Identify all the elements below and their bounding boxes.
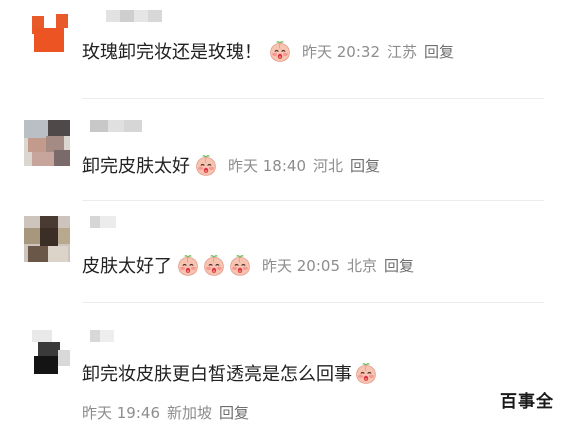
comment-time: 昨天 20:05 (262, 256, 340, 275)
comment-content: 卸完皮肤太好 昨天 18:40 河北 回复 (82, 152, 380, 178)
avatar[interactable] (28, 10, 74, 56)
reply-button[interactable]: 回复 (384, 255, 414, 276)
blushing-peach-face-icon (176, 253, 200, 277)
comment-location: 江苏 (387, 42, 418, 61)
blushing-peach-face-icon (194, 153, 218, 177)
comment-location: 北京 (347, 256, 378, 275)
comment-item: 卸完妆皮肤更白皙透亮是怎么回事 昨天 19:46 新加坡 回复 (0, 310, 566, 424)
comment-content: 皮肤太好了 昨天 20:05 北京 回复 (82, 252, 414, 278)
comment-text: 卸完皮肤太好 (82, 156, 190, 177)
username-blurred[interactable] (90, 120, 142, 132)
comment-content: 卸完妆皮肤更白皙透亮是怎么回事 (82, 360, 378, 386)
comment-item: 玫瑰卸完妆还是玫瑰！ 昨天 20:32 江苏 回复 (0, 0, 566, 100)
comment-time: 昨天 20:32 (302, 42, 380, 61)
reply-button[interactable]: 回复 (350, 155, 380, 176)
comment-item: 皮肤太好了 昨天 20:05 北京 回复 (0, 208, 566, 300)
divider (82, 98, 544, 99)
comment-text: 卸完妆皮肤更白皙透亮是怎么回事 (82, 364, 352, 385)
avatar[interactable] (24, 216, 70, 262)
avatar[interactable] (24, 330, 70, 376)
username-blurred[interactable] (90, 330, 114, 342)
blushing-peach-face-icon (354, 361, 378, 385)
comment-text: 皮肤太好了 (82, 256, 172, 277)
divider (82, 302, 544, 303)
blushing-peach-face-icon (228, 253, 252, 277)
comment-location: 新加坡 (167, 404, 213, 422)
watermark-logo: 百事全 (500, 392, 554, 412)
comment-time: 昨天 18:40 (228, 156, 306, 175)
divider (82, 200, 544, 201)
comment-content: 玫瑰卸完妆还是玫瑰！ 昨天 20:32 江苏 回复 (82, 38, 454, 64)
reply-button[interactable]: 回复 (219, 402, 249, 423)
comment-item: 卸完皮肤太好 昨天 18:40 河北 回复 (0, 108, 566, 200)
avatar[interactable] (24, 120, 70, 166)
blushing-peach-face-icon (268, 39, 292, 63)
comment-time: 昨天 19:46 (82, 404, 160, 422)
comment-meta-row: 昨天 19:46 新加坡 回复 (82, 402, 249, 423)
comment-text: 玫瑰卸完妆还是玫瑰！ (82, 42, 262, 63)
blushing-peach-face-icon (202, 253, 226, 277)
username-blurred[interactable] (90, 216, 116, 228)
reply-button[interactable]: 回复 (424, 41, 454, 62)
comment-location: 河北 (313, 156, 344, 175)
username-blurred[interactable] (106, 10, 162, 22)
